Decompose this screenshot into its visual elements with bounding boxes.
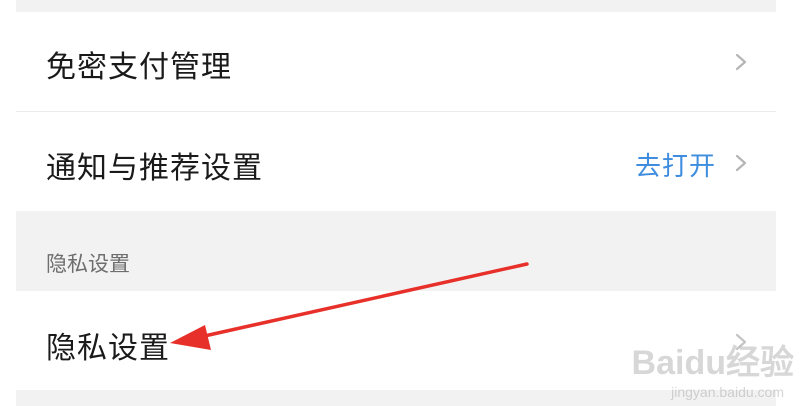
settings-screen: 免密支付管理 通知与推荐设置 去打开 隐私设置 隐私设置 Baidu经验 jin…: [0, 0, 812, 406]
red-annotation-arrow-icon: [170, 262, 529, 350]
